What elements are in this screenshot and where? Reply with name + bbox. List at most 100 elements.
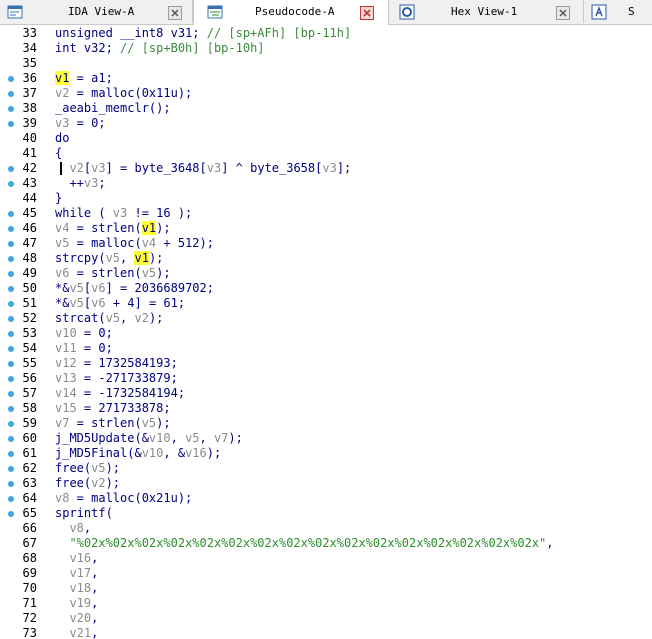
breakpoint-dot-icon[interactable]: [8, 451, 14, 457]
code-line[interactable]: 63 free(v2);: [0, 476, 652, 491]
breakpoint-dot-icon[interactable]: [8, 241, 14, 247]
breakpoint-dot-icon[interactable]: [8, 256, 14, 262]
code-text: unsigned __int8 v31; // [sp+AFh] [bp-11h…: [55, 26, 351, 41]
variable-token: v14: [55, 386, 77, 400]
code-line[interactable]: 47 v5 = malloc(v4 + 512);: [0, 236, 652, 251]
code-line[interactable]: 59 v7 = strlen(v5);: [0, 416, 652, 431]
code-line[interactable]: 44}: [0, 191, 652, 206]
breakpoint-dot-icon[interactable]: [8, 481, 14, 487]
code-line[interactable]: 39 v3 = 0;: [0, 116, 652, 131]
line-number: 40: [22, 131, 37, 145]
code-line[interactable]: 43 ++v3;: [0, 176, 652, 191]
code-line[interactable]: 60 j_MD5Update(&v10, v5, v7);: [0, 431, 652, 446]
code-line[interactable]: 70 v18,: [0, 581, 652, 596]
code-token: ,: [91, 581, 99, 595]
code-text: ++v3;: [55, 176, 105, 191]
code-line[interactable]: 34 int v32; // [sp+B0h] [bp-10h]: [0, 41, 652, 56]
code-line[interactable]: 40 do: [0, 131, 652, 146]
breakpoint-dot-icon[interactable]: [8, 91, 14, 97]
code-line[interactable]: 54 v11 = 0;: [0, 341, 652, 356]
code-line[interactable]: 52 strcat(v5, v2);: [0, 311, 652, 326]
close-icon[interactable]: [168, 5, 182, 20]
breakpoint-dot-icon[interactable]: [8, 436, 14, 442]
code-line[interactable]: 49 v6 = strlen(v5);: [0, 266, 652, 281]
breakpoint-dot-icon[interactable]: [8, 286, 14, 292]
code-line[interactable]: 56 v13 = -271733879;: [0, 371, 652, 386]
breakpoint-dot-icon[interactable]: [8, 181, 14, 187]
code-line[interactable]: 50 *&v5[v6] = 2036689702;: [0, 281, 652, 296]
breakpoint-dot-icon[interactable]: [8, 496, 14, 502]
tab-label: Hex View-1: [451, 5, 518, 18]
code-line[interactable]: 53 v10 = 0;: [0, 326, 652, 341]
breakpoint-dot-icon[interactable]: [8, 226, 14, 232]
breakpoint-dot-icon[interactable]: [8, 361, 14, 367]
code-line[interactable]: 37 v2 = malloc(0x11u);: [0, 86, 652, 101]
code-line[interactable]: 45 while ( v3 != 16 );: [0, 206, 652, 221]
tab-pseudocode[interactable]: Pseudocode-A: [193, 0, 389, 25]
code-line[interactable]: 48 strcpy(v5, v1);: [0, 251, 652, 266]
code-line[interactable]: 42 v2[v3] = byte_3648[v3] ^ byte_3658[v3…: [0, 161, 652, 176]
code-line[interactable]: 71 v19,: [0, 596, 652, 611]
breakpoint-dot-icon[interactable]: [8, 106, 14, 112]
code-line[interactable]: 69 v17,: [0, 566, 652, 581]
breakpoint-dot-icon[interactable]: [8, 166, 14, 172]
code-line[interactable]: 46 v4 = strlen(v1);: [0, 221, 652, 236]
code-line[interactable]: 67 "%02x%02x%02x%02x%02x%02x%02x%02x%02x…: [0, 536, 652, 551]
variable-token: v5: [141, 416, 157, 430]
code-line[interactable]: 38 _aeabi_memclr();: [0, 101, 652, 116]
breakpoint-dot-icon[interactable]: [8, 406, 14, 412]
code-line[interactable]: 64 v8 = malloc(0x21u);: [0, 491, 652, 506]
breakpoint-dot-icon[interactable]: [8, 511, 14, 517]
breakpoint-dot-icon[interactable]: [8, 421, 14, 427]
line-number: 48: [22, 251, 37, 265]
code-token: + 512);: [156, 236, 214, 250]
code-line[interactable]: 36 v1 = a1;: [0, 71, 652, 86]
code-token: ];: [336, 161, 352, 175]
code-line[interactable]: 72 v20,: [0, 611, 652, 626]
code-line[interactable]: 73 v21,: [0, 626, 652, 639]
breakpoint-dot-icon[interactable]: [8, 391, 14, 397]
breakpoint-dot-icon[interactable]: [8, 316, 14, 322]
line-number: 34: [22, 41, 37, 55]
breakpoint-dot-icon[interactable]: [8, 376, 14, 382]
line-number: 57: [22, 386, 37, 400]
code-line[interactable]: 51 *&v5[v6 + 4] = 61;: [0, 296, 652, 311]
code-token: != 16 );: [127, 206, 193, 220]
code-line[interactable]: 41 {: [0, 146, 652, 161]
breakpoint-dot-icon[interactable]: [8, 211, 14, 217]
code-line[interactable]: 33 unsigned __int8 v31; // [sp+AFh] [bp-1…: [0, 26, 652, 41]
close-icon[interactable]: [556, 5, 570, 20]
code-line[interactable]: 65 sprintf(: [0, 506, 652, 521]
code-token: = 1732584193;: [76, 356, 178, 370]
breakpoint-dot-icon[interactable]: [8, 331, 14, 337]
code-text: sprintf(: [55, 506, 113, 521]
code-line[interactable]: 62 free(v5);: [0, 461, 652, 476]
code-line[interactable]: 66 v8,: [0, 521, 652, 536]
code-token: ] ^ byte_3658[: [221, 161, 323, 175]
code-line[interactable]: 55 v12 = 1732584193;: [0, 356, 652, 371]
breakpoint-dot-icon[interactable]: [8, 121, 14, 127]
code-line[interactable]: 57 v14 = -1732584194;: [0, 386, 652, 401]
code-line[interactable]: 58 v15 = 271733878;: [0, 401, 652, 416]
breakpoint-dot-icon[interactable]: [8, 76, 14, 82]
breakpoint-dot-icon[interactable]: [8, 466, 14, 472]
code-token: *&: [55, 281, 70, 295]
code-token: ,: [546, 536, 554, 550]
code-comment: // [sp+B0h] [bp-10h]: [120, 41, 265, 55]
tab-hex-view[interactable]: Hex View-1: [389, 0, 584, 23]
breakpoint-dot-icon[interactable]: [8, 346, 14, 352]
tab-structures[interactable]: S: [584, 0, 652, 23]
ida-view-icon: [7, 4, 23, 20]
breakpoint-dot-icon[interactable]: [8, 271, 14, 277]
pseudocode-view[interactable]: 33 unsigned __int8 v31; // [sp+AFh] [bp-1…: [0, 25, 652, 639]
breakpoint-dot-icon[interactable]: [8, 301, 14, 307]
code-text: v16,: [55, 551, 98, 566]
code-line[interactable]: 35: [0, 56, 652, 71]
tab-ida-view[interactable]: IDA View-A: [0, 0, 193, 23]
code-line[interactable]: 68 v16,: [0, 551, 652, 566]
code-line[interactable]: 61 j_MD5Final(&v10, &v16);: [0, 446, 652, 461]
code-token: );: [156, 416, 171, 430]
code-token: = strlen(: [69, 221, 142, 235]
close-icon[interactable]: [360, 5, 374, 20]
